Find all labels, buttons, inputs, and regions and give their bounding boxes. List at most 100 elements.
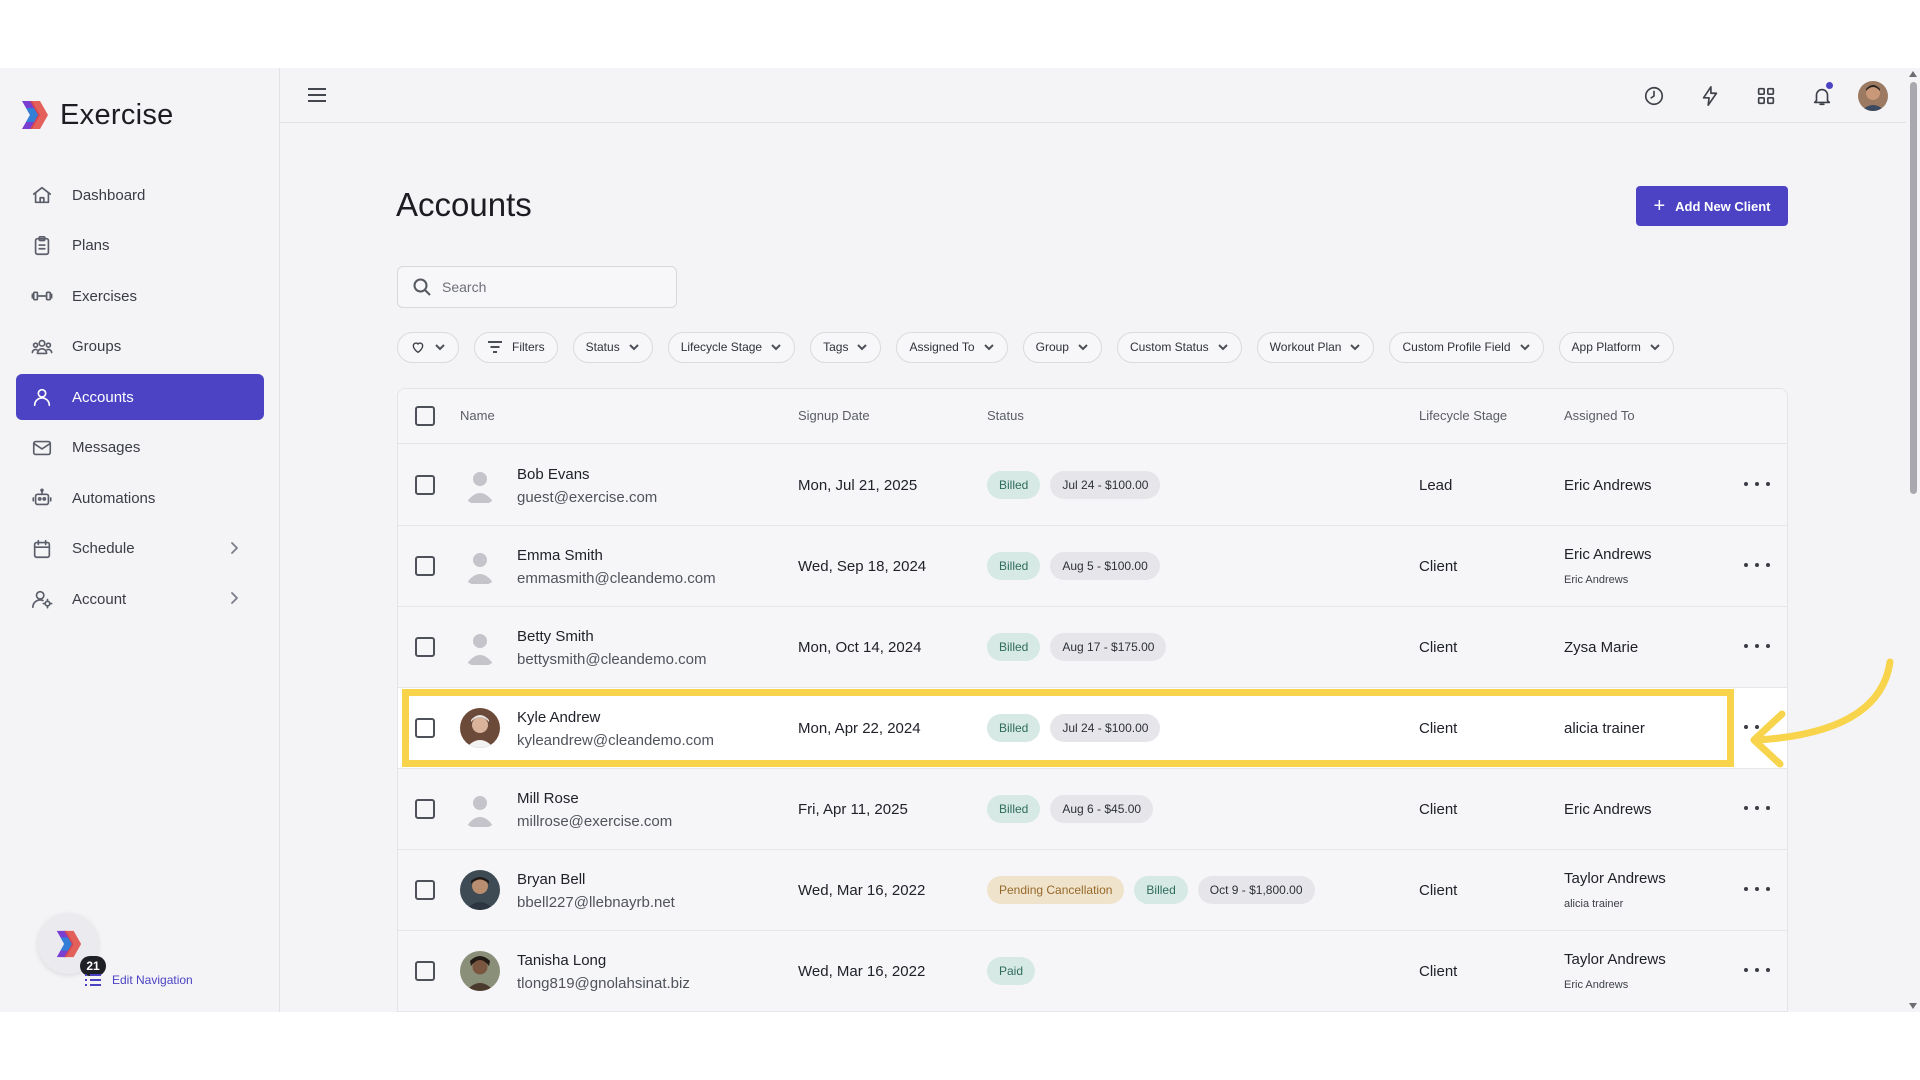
scroll-up-arrow[interactable] <box>1909 71 1917 77</box>
sidebar-item-schedule[interactable]: Schedule <box>16 526 264 572</box>
avatar <box>460 870 500 910</box>
brand[interactable]: Exercise <box>18 98 174 132</box>
filter-status[interactable]: Status <box>572 331 653 363</box>
filter-tags[interactable]: Tags <box>810 331 882 363</box>
menu-toggle-button[interactable] <box>306 85 328 105</box>
select-all-checkbox[interactable] <box>415 406 435 426</box>
column-lifecycle-stage[interactable]: Lifecycle Stage <box>1419 408 1507 423</box>
sidebar-item-account[interactable]: Account <box>16 576 264 622</box>
vertical-scrollbar[interactable] <box>1906 68 1920 1012</box>
apps-button[interactable] <box>1746 76 1786 116</box>
favorites-filter[interactable] <box>397 331 459 363</box>
filter-custom-profile-field[interactable]: Custom Profile Field <box>1389 331 1544 363</box>
row-checkbox[interactable] <box>415 556 435 576</box>
search-input[interactable] <box>442 279 642 295</box>
add-new-client-label: Add New Client <box>1675 198 1771 214</box>
table-row[interactable]: Mill Rose millrose@exercise.com Fri, Apr 1… <box>398 769 1787 850</box>
filter-label: Assigned To <box>909 340 975 354</box>
user-avatar[interactable] <box>1858 81 1888 111</box>
helper-launcher[interactable]: 21 <box>38 914 106 976</box>
client-name[interactable]: Tanisha Long <box>517 952 606 969</box>
assigned-to: Taylor Andrews <box>1564 951 1666 968</box>
sidebar-item-automations[interactable]: Automations <box>16 475 264 521</box>
quick-actions-button[interactable] <box>1690 76 1730 116</box>
sidebar-item-groups[interactable]: Groups <box>16 324 264 370</box>
row-checkbox[interactable] <box>415 637 435 657</box>
avatar <box>460 465 500 505</box>
client-name[interactable]: Betty Smith <box>517 628 594 645</box>
client-email: bbell227@llebnayrb.net <box>517 894 675 911</box>
filter-filters[interactable]: Filters <box>474 331 558 363</box>
row-checkbox[interactable] <box>415 799 435 819</box>
filter-workout-plan[interactable]: Workout Plan <box>1256 331 1375 363</box>
sidebar-item-label: Plans <box>72 237 110 254</box>
heart-icon <box>412 342 424 354</box>
status-cell: Billed Jul 24 - $100.00 <box>987 470 1170 500</box>
table-row[interactable]: Kyle Andrew kyleandrew@cleandemo.com Mon, … <box>398 688 1787 769</box>
table-row[interactable]: Betty Smith bettysmith@cleandemo.com Mon, … <box>398 607 1787 688</box>
row-actions-button[interactable] <box>1744 797 1770 819</box>
filter-custom-status[interactable]: Custom Status <box>1116 331 1242 363</box>
sidebar-item-messages[interactable]: Messages <box>16 425 264 471</box>
filter-assigned-to[interactable]: Assigned To <box>896 331 1008 363</box>
row-checkbox[interactable] <box>415 475 435 495</box>
clock-icon <box>1644 86 1664 106</box>
edit-navigation-link[interactable]: Edit Navigation <box>84 972 193 988</box>
filter-label: Lifecycle Stage <box>680 340 763 354</box>
client-name[interactable]: Kyle Andrew <box>517 709 600 726</box>
filter-lifecycle-stage[interactable]: Lifecycle Stage <box>667 331 796 363</box>
filter-app-platform[interactable]: App Platform <box>1558 331 1674 363</box>
scroll-down-arrow[interactable] <box>1909 1003 1917 1009</box>
row-checkbox[interactable] <box>415 718 435 738</box>
chevron-right-icon <box>226 590 244 608</box>
add-new-client-button[interactable]: + Add New Client <box>1636 186 1788 226</box>
calendar-icon <box>30 537 54 561</box>
sidebar-item-plans[interactable]: Plans <box>16 223 264 269</box>
assigned-to: Eric Andrews <box>1564 801 1652 818</box>
sidebar-item-accounts[interactable]: Accounts <box>16 374 264 420</box>
notifications-button[interactable] <box>1802 76 1842 116</box>
filter-group[interactable]: Group <box>1022 331 1102 363</box>
table-row[interactable]: Emma Smith emmasmith@cleandemo.com Wed, Se… <box>398 526 1787 607</box>
row-checkbox[interactable] <box>415 961 435 981</box>
avatar-photo-icon <box>1858 81 1888 111</box>
row-actions-button[interactable] <box>1744 959 1770 981</box>
app-window: Exercise Dashboard Plans Exercises Groups Ac… <box>0 68 1920 1012</box>
chevron-down-icon <box>983 344 994 351</box>
table-row[interactable]: Bob Evans guest@exercise.com Mon, Jul 21, … <box>398 445 1787 526</box>
filter-label: Workout Plan <box>1269 340 1342 354</box>
filter-label: App Platform <box>1571 340 1641 354</box>
client-name[interactable]: Bryan Bell <box>517 871 585 888</box>
table-row[interactable]: Tanisha Long tlong819@gnolahsinat.biz Wed,… <box>398 931 1787 1012</box>
column-name[interactable]: Name <box>460 408 495 423</box>
row-actions-button[interactable] <box>1744 473 1770 495</box>
status-badge: Paid <box>987 957 1036 985</box>
hamburger-icon <box>308 88 326 102</box>
scrollbar-thumb[interactable] <box>1910 82 1917 494</box>
row-actions-button[interactable] <box>1744 878 1770 900</box>
chevron-down-icon <box>771 344 781 351</box>
plus-icon: + <box>1653 195 1666 217</box>
row-actions-button[interactable] <box>1744 554 1770 576</box>
row-actions-button[interactable] <box>1744 635 1770 657</box>
status-badge: Aug 17 - $175.00 <box>1050 633 1167 661</box>
lifecycle-stage: Lead <box>1419 477 1453 494</box>
column-status[interactable]: Status <box>987 408 1024 423</box>
status-badge: Billed <box>1134 876 1188 904</box>
sidebar-item-dashboard[interactable]: Dashboard <box>16 172 264 218</box>
table-row[interactable]: Bryan Bell bbell227@llebnayrb.net Wed, Mar… <box>398 850 1787 931</box>
row-checkbox[interactable] <box>415 880 435 900</box>
client-name[interactable]: Mill Rose <box>517 790 579 807</box>
sidebar-item-exercises[interactable]: Exercises <box>16 273 264 319</box>
history-button[interactable] <box>1634 76 1674 116</box>
column-signup-date[interactable]: Signup Date <box>798 408 870 423</box>
status-badge: Billed <box>987 552 1041 580</box>
client-name[interactable]: Bob Evans <box>517 466 590 483</box>
client-name[interactable]: Emma Smith <box>517 547 603 564</box>
row-actions-button[interactable] <box>1744 716 1770 738</box>
assigned-to-secondary: Eric Andrews <box>1564 574 1629 586</box>
column-assigned-to[interactable]: Assigned To <box>1564 408 1635 423</box>
status-cell: Paid <box>987 956 1045 986</box>
avatar <box>460 627 500 667</box>
chevron-down-icon <box>1217 344 1228 351</box>
